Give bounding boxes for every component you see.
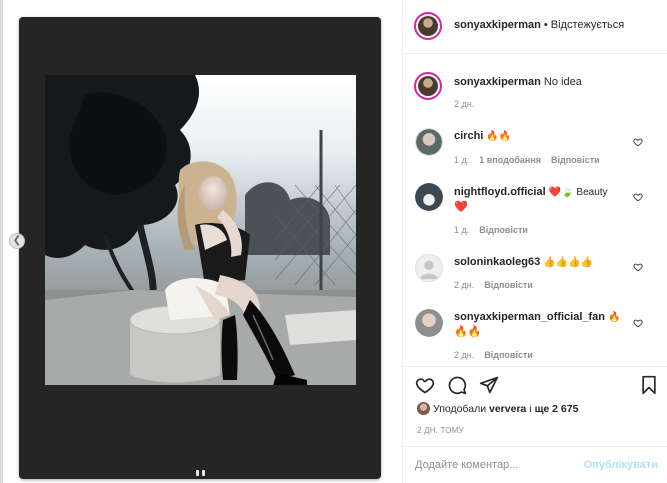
comment-avatar-image [415, 183, 443, 211]
comment-line: nightfloyd.official ❤️🍃 Beauty [454, 186, 608, 198]
comment-text: 🔥 [608, 312, 621, 323]
previous-photo-button[interactable]: ❮ [9, 233, 25, 249]
carousel-dot [196, 470, 199, 476]
heart-icon[interactable] [415, 375, 435, 395]
comment-username[interactable]: nightfloyd.official [454, 186, 546, 198]
caption-avatar[interactable] [414, 72, 442, 100]
media-left-edge [0, 0, 3, 483]
follow-status[interactable]: • Відстежується [544, 19, 624, 31]
chevron-left-icon: ❮ [12, 235, 22, 246]
comment-text-continued: 🔥🔥 [454, 326, 482, 338]
comment-avatar[interactable] [415, 309, 443, 337]
comment-meta: 1 д. Відповісти [454, 225, 528, 235]
photo-illustration [45, 75, 356, 385]
caption-line: sonyaxkiperman No idea [454, 76, 582, 88]
author-avatar[interactable] [414, 12, 442, 40]
caption-username[interactable]: sonyaxkiperman [454, 76, 541, 88]
comment-bubble-icon[interactable] [447, 375, 467, 395]
caption-text: No idea [543, 76, 582, 88]
publish-button[interactable]: Опублікувати [584, 459, 658, 471]
likes-count[interactable]: ще 2 675 [535, 403, 579, 415]
comment-text: 👍👍👍👍 [543, 257, 594, 268]
comment-username[interactable]: circhi [454, 130, 483, 142]
comment-age: 1 д. [454, 225, 470, 235]
add-comment-bar: Опублікувати [403, 446, 667, 483]
paper-plane-icon[interactable] [479, 375, 499, 395]
comment-input[interactable] [415, 456, 575, 474]
post-header: sonyaxkiperman • Відстежується [403, 0, 667, 54]
liker-avatar[interactable] [417, 402, 430, 415]
post-actions [403, 366, 667, 407]
likes-summary: Уподобали ververa і ще 2 675 [417, 402, 578, 415]
post-photo[interactable] [45, 75, 356, 385]
post-media: ❮ [0, 0, 402, 483]
bookmark-icon[interactable] [639, 375, 659, 395]
polaroid-frame [19, 17, 381, 479]
comment-username[interactable]: sonyaxkiperman_official_fan [454, 311, 605, 323]
header-line: sonyaxkiperman • Відстежується [454, 19, 624, 31]
carousel-dot [202, 470, 205, 476]
comment-like-heart-icon[interactable] [633, 262, 643, 272]
comment-text-continued: ❤️ [454, 201, 468, 213]
comment-meta: 2 дн. Відповісти [454, 280, 533, 290]
comment-line: sonyaxkiperman_official_fan 🔥 [454, 311, 621, 323]
post-details-panel: sonyaxkiperman • Відстежується sonyaxkip… [402, 0, 667, 483]
caption-avatar-image [418, 76, 438, 96]
comment-like-heart-icon[interactable] [633, 137, 643, 147]
comment-age: 2 дн. [454, 280, 475, 290]
comment-meta: 1 д. 1 вподобання Відповісти [454, 155, 600, 165]
comment-text: ❤️🍃 Beauty [548, 187, 608, 198]
comment-line: circhi 🔥🔥 [454, 130, 511, 142]
carousel-dots [196, 470, 205, 476]
comment-like-heart-icon[interactable] [633, 192, 643, 202]
liker-username[interactable]: ververa [489, 403, 526, 415]
post-date[interactable]: 2 ДН. ТОМУ [417, 426, 464, 435]
comment-like-heart-icon[interactable] [633, 318, 643, 328]
reply-button[interactable]: Відповісти [479, 225, 528, 235]
comment-avatar[interactable] [415, 128, 443, 156]
likes-prefix: Уподобали [433, 403, 487, 415]
likes-middle: і [529, 403, 532, 415]
caption-age: 2 дн. [454, 99, 475, 109]
default-avatar-icon [416, 255, 442, 281]
comment-avatar[interactable] [415, 183, 443, 211]
comment-age: 1 д. [454, 155, 470, 165]
reply-button[interactable]: Відповісти [484, 280, 533, 290]
comment-line: soloninkaoleg63 👍👍👍👍 [454, 256, 593, 268]
comment-username[interactable]: soloninkaoleg63 [454, 256, 540, 268]
comment-meta: 2 дн. Відповісти [454, 350, 533, 360]
comment-avatar-image [415, 309, 443, 337]
comment-avatar-image [416, 129, 442, 155]
comment-text: 🔥🔥 [486, 131, 512, 142]
comment-likes[interactable]: 1 вподобання [479, 155, 541, 165]
reply-button[interactable]: Відповісти [484, 350, 533, 360]
author-username[interactable]: sonyaxkiperman [454, 19, 541, 31]
comment-avatar[interactable] [415, 254, 443, 282]
reply-button[interactable]: Відповісти [551, 155, 600, 165]
comment-age: 2 дн. [454, 350, 475, 360]
author-avatar-image [418, 16, 438, 36]
